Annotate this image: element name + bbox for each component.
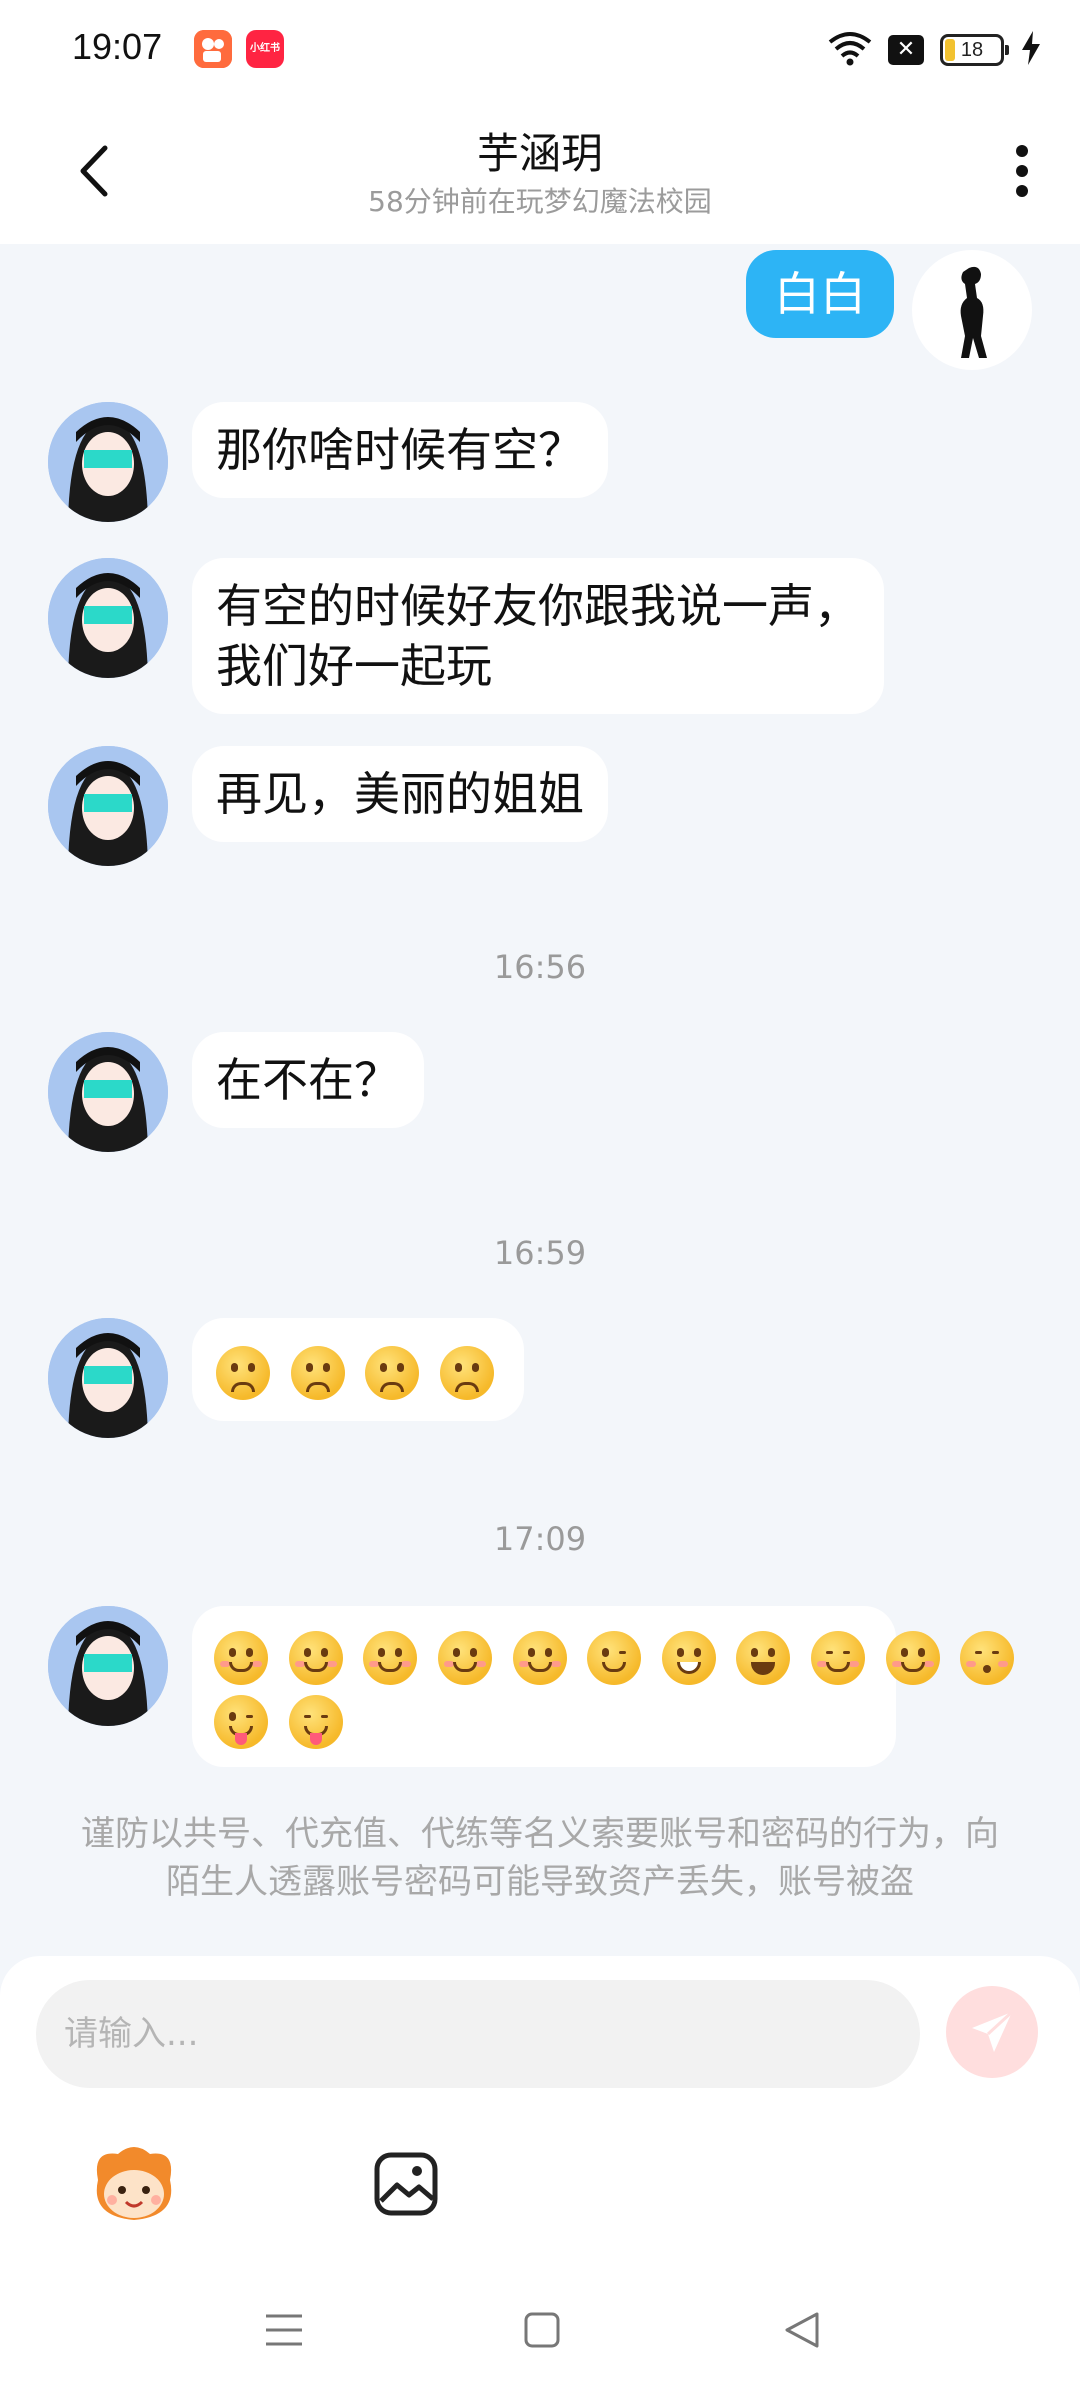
smiling-eyes-emoji bbox=[811, 1630, 865, 1685]
smiling-blush-emoji bbox=[363, 1630, 418, 1685]
friend-avatar[interactable] bbox=[48, 1032, 168, 1152]
status-bar: 19:07 小红书 ✕ 18 bbox=[0, 0, 1080, 100]
xiaohongshu-icon: 小红书 bbox=[246, 30, 284, 68]
my-avatar[interactable] bbox=[912, 250, 1032, 370]
menu-icon[interactable] bbox=[254, 2300, 314, 2360]
mascot-face-icon[interactable] bbox=[86, 2136, 182, 2232]
chat-screen: 19:07 小红书 ✕ 18 芋涵玥 58分钟前在玩梦幻魔法校园 白白 那你啥时… bbox=[0, 0, 1080, 2400]
send-button[interactable] bbox=[946, 1986, 1038, 2078]
slightly-frowning-emoji bbox=[439, 1345, 494, 1400]
friend-emoji-bubble[interactable] bbox=[192, 1606, 1015, 1767]
more-vertical-icon bbox=[1016, 145, 1028, 197]
message-timestamp: 16:56 bbox=[493, 948, 587, 986]
slightly-frowning-emoji bbox=[216, 1345, 270, 1400]
status-icons: ✕ 18 bbox=[828, 28, 1042, 72]
kissing-closed-eyes-emoji bbox=[960, 1630, 1015, 1685]
message-input[interactable]: 请输入... bbox=[36, 1980, 920, 2088]
contact-name: 芋涵玥 bbox=[476, 129, 603, 178]
friend-emoji-bubble[interactable] bbox=[192, 1318, 524, 1421]
more-button[interactable] bbox=[994, 136, 1050, 206]
contact-status: 58分钟前在玩梦幻魔法校园 bbox=[368, 185, 712, 218]
message-line: 我们好一起玩 bbox=[216, 639, 492, 693]
wifi-icon bbox=[828, 30, 872, 70]
smiling-blush-emoji bbox=[288, 1630, 343, 1685]
charging-icon bbox=[1020, 31, 1042, 69]
slightly-frowning-emoji bbox=[290, 1345, 345, 1400]
security-notice: 谨防以共号、代充值、代练等名义索要账号和密码的行为，向陌生人透露账号密码可能导致… bbox=[81, 1814, 999, 1902]
friend-message-bubble[interactable]: 在不在？ bbox=[192, 1032, 424, 1128]
slightly-frowning-emoji bbox=[365, 1345, 420, 1400]
my-message-bubble[interactable]: 白白 bbox=[746, 250, 894, 338]
kuaishou-icon bbox=[194, 30, 232, 68]
back-triangle-icon[interactable] bbox=[772, 2300, 832, 2360]
smiling-blush-emoji bbox=[512, 1630, 567, 1685]
friend-avatar[interactable] bbox=[48, 746, 168, 866]
smiling-blush-emoji bbox=[214, 1630, 268, 1685]
smiley-emoji bbox=[736, 1630, 791, 1685]
friend-message-bubble[interactable]: 再见，美丽的姐姐 bbox=[192, 746, 608, 842]
winking-emoji bbox=[587, 1630, 642, 1685]
friend-avatar[interactable] bbox=[48, 1318, 168, 1438]
send-paper-plane-icon bbox=[972, 2010, 1014, 2052]
sim-off-icon: ✕ bbox=[888, 35, 924, 65]
home-square-icon[interactable] bbox=[512, 2300, 572, 2360]
friend-avatar[interactable] bbox=[48, 402, 168, 522]
message-timestamp: 16:59 bbox=[493, 1234, 587, 1272]
squinting-tongue-emoji bbox=[288, 1695, 343, 1749]
winking-tongue-emoji bbox=[214, 1695, 268, 1749]
friend-message-bubble[interactable]: 那你啥时候有空？ bbox=[192, 402, 608, 498]
message-timestamp: 17:09 bbox=[493, 1520, 587, 1558]
grinning-emoji bbox=[661, 1630, 716, 1685]
message-line: 有空的时候好友你跟我说一声， bbox=[216, 579, 860, 633]
battery-icon: 18 bbox=[940, 34, 1009, 66]
smiling-blush-emoji bbox=[437, 1630, 492, 1685]
friend-avatar[interactable] bbox=[48, 1606, 168, 1726]
friend-message-bubble[interactable]: 有空的时候好友你跟我说一声， 我们好一起玩 bbox=[192, 558, 884, 714]
friend-avatar[interactable] bbox=[48, 558, 168, 678]
image-icon[interactable] bbox=[358, 2136, 454, 2232]
smiling-blush-emoji bbox=[885, 1630, 940, 1685]
system-nav-bar bbox=[0, 2270, 1080, 2400]
status-time: 19:07 bbox=[72, 26, 163, 67]
chat-header: 芋涵玥 58分钟前在玩梦幻魔法校园 bbox=[0, 100, 1080, 244]
